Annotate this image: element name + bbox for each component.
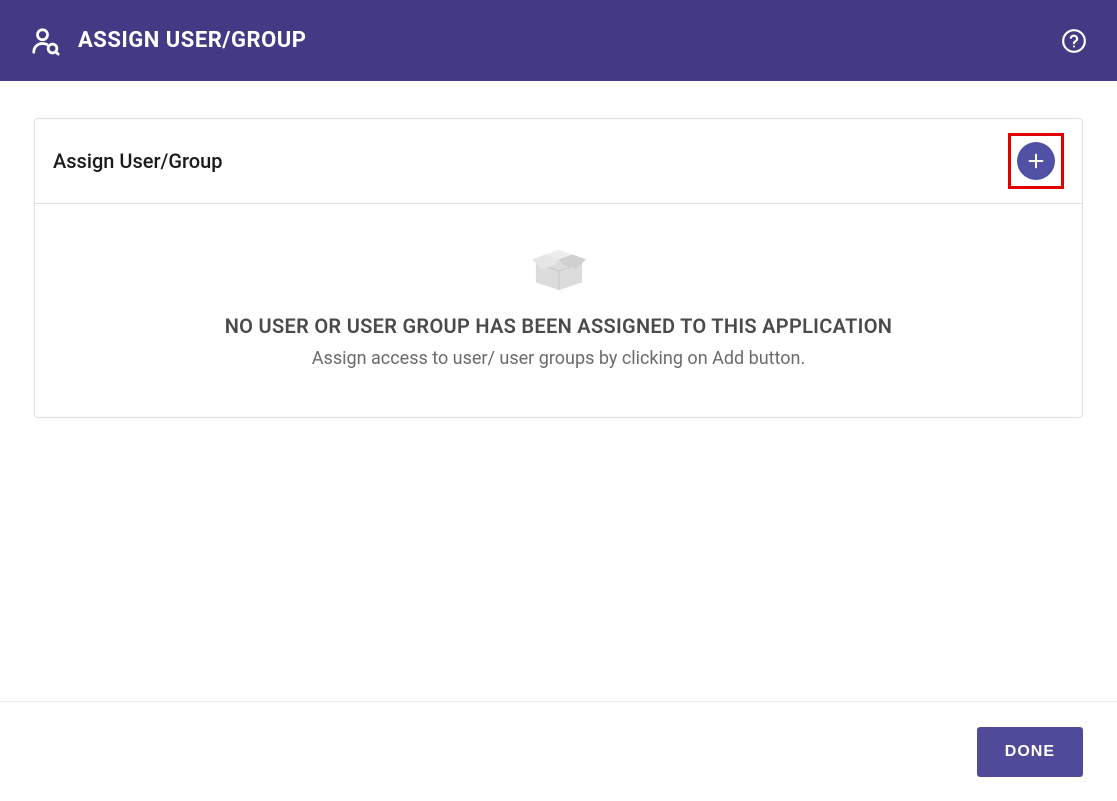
add-button-highlight [1008,133,1064,189]
user-assign-icon [30,26,60,56]
page-title: ASSIGN USER/GROUP [78,28,306,53]
empty-state-title: NO USER OR USER GROUP HAS BEEN ASSIGNED … [55,314,1062,338]
help-icon[interactable] [1061,28,1087,54]
page-header: ASSIGN USER/GROUP [0,0,1117,81]
main-content: Assign User/Group [0,81,1117,455]
assign-card: Assign User/Group [34,118,1083,418]
card-body: NO USER OR USER GROUP HAS BEEN ASSIGNED … [35,204,1082,417]
card-title: Assign User/Group [53,149,223,173]
footer: DONE [0,701,1117,801]
empty-box-icon [55,242,1062,292]
card-header: Assign User/Group [35,119,1082,204]
empty-state-subtitle: Assign access to user/ user groups by cl… [55,348,1062,369]
add-button[interactable] [1017,142,1055,180]
done-button[interactable]: DONE [977,727,1083,777]
header-left: ASSIGN USER/GROUP [30,26,306,56]
